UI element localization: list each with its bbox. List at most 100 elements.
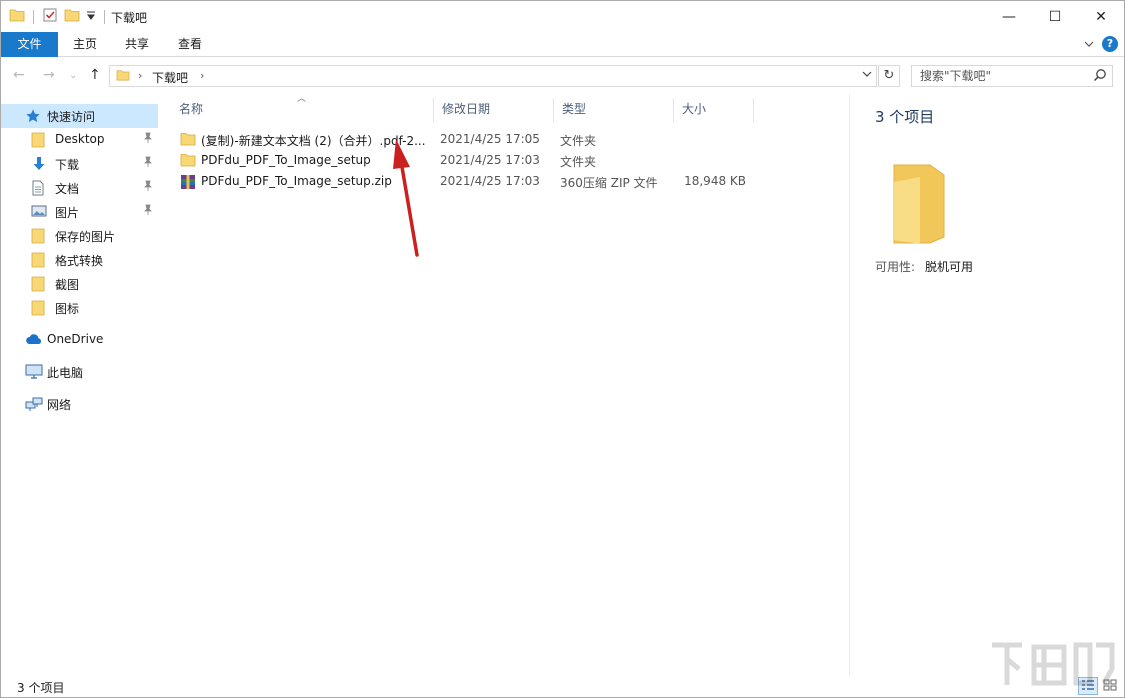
status-bar: 3 个项目	[1, 676, 1124, 697]
explorer-window: 下载吧 — ☐ ✕ 文件 主页 共享 查看 ? ← → ⌄ ↑ › 下载吧 › …	[0, 0, 1125, 698]
star-icon	[25, 108, 41, 124]
title-bar: 下载吧 — ☐ ✕	[1, 1, 1124, 32]
tab-home[interactable]: 主页	[63, 32, 107, 57]
sidebar-item-quick-access[interactable]: 快速访问	[1, 104, 158, 128]
file-type: 文件夹	[560, 155, 597, 169]
computer-icon	[25, 364, 43, 380]
file-type: 360压缩 ZIP 文件	[560, 176, 658, 190]
availability-label: 可用性:	[875, 260, 916, 274]
column-header-type[interactable]: 类型	[554, 98, 674, 122]
folder-icon	[31, 132, 47, 148]
sidebar-item-label: 下载	[55, 158, 80, 172]
sidebar-item-label: 网络	[47, 398, 72, 412]
tab-share[interactable]: 共享	[115, 32, 159, 57]
item-count: 3 个项目	[875, 108, 935, 126]
sidebar-item-label: 图标	[55, 302, 80, 316]
sidebar-item-desktop[interactable]: Desktop	[1, 128, 158, 152]
customize-qat-dropdown-icon[interactable]	[86, 10, 96, 24]
tab-file[interactable]: 文件	[1, 32, 58, 57]
picture-icon	[31, 204, 47, 220]
zip-archive-icon	[180, 174, 196, 193]
search-input[interactable]	[912, 66, 1092, 86]
breadcrumb-current[interactable]: 下载吧	[152, 69, 188, 86]
close-button[interactable]: ✕	[1078, 1, 1124, 32]
toolbar-separator	[104, 9, 105, 24]
sidebar-item-label: 文档	[55, 182, 80, 196]
cloud-icon	[25, 332, 41, 348]
toolbar-separator	[33, 9, 34, 24]
file-row[interactable]: PDFdu_PDF_To_Image_setup.zip 2021/4/25 1…	[171, 171, 841, 192]
file-row[interactable]: PDFdu_PDF_To_Image_setup 2021/4/25 17:03…	[171, 150, 841, 171]
sidebar-item-onedrive[interactable]: OneDrive	[1, 328, 158, 352]
breadcrumb-separator-icon[interactable]: ›	[200, 69, 204, 82]
sidebar-item-downloads[interactable]: 下载	[1, 152, 158, 176]
refresh-button[interactable]: ↻	[878, 65, 900, 87]
address-bar[interactable]: › 下载吧 ›	[109, 65, 877, 87]
annotation-arrow-icon	[393, 139, 419, 257]
address-history-dropdown-icon[interactable]	[862, 68, 872, 81]
large-folder-icon	[888, 162, 950, 249]
window-controls: — ☐ ✕	[986, 1, 1124, 32]
document-icon	[31, 180, 47, 196]
pin-icon[interactable]	[143, 204, 153, 219]
sidebar-item-label: 图片	[55, 206, 80, 220]
column-header-name[interactable]: 名称	[171, 98, 434, 122]
sidebar-item-this-pc[interactable]: 此电脑	[1, 360, 158, 384]
folder-icon	[31, 228, 47, 244]
status-text: 3 个项目	[17, 681, 65, 695]
sidebar-item-label: 截图	[55, 278, 80, 292]
new-folder-icon[interactable]	[64, 8, 80, 25]
pin-icon[interactable]	[143, 156, 153, 171]
column-header-date[interactable]: 修改日期	[434, 98, 554, 122]
breadcrumb-separator-icon[interactable]: ›	[138, 69, 142, 82]
file-row[interactable]: (复制)-新建文本文档 (2)（合并）.pdf-2... 2021/4/25 1…	[171, 129, 841, 150]
minimize-button[interactable]: —	[986, 1, 1032, 32]
refresh-icon: ↻	[883, 68, 895, 83]
sidebar-item-documents[interactable]: 文档	[1, 176, 158, 200]
pin-icon[interactable]	[143, 132, 153, 147]
back-arrow-icon[interactable]: ←	[13, 67, 25, 83]
network-icon	[25, 396, 43, 412]
search-box[interactable]	[911, 65, 1113, 87]
sidebar-item-label: OneDrive	[47, 332, 104, 346]
sidebar-item-format-conversion[interactable]: 格式转换	[1, 248, 158, 272]
file-date: 2021/4/25 17:03	[440, 153, 540, 167]
maximize-button[interactable]: ☐	[1032, 1, 1078, 32]
sidebar-item-label: 保存的图片	[55, 230, 116, 244]
sidebar-item-icons[interactable]: 图标	[1, 296, 158, 320]
sidebar-item-saved-pictures[interactable]: 保存的图片	[1, 224, 158, 248]
sidebar-item-network[interactable]: 网络	[1, 392, 158, 416]
column-header-size[interactable]: 大小	[674, 98, 754, 122]
file-date: 2021/4/25 17:03	[440, 174, 540, 188]
sidebar-item-label: 快速访问	[47, 110, 96, 124]
help-icon[interactable]: ?	[1102, 36, 1118, 52]
search-icon[interactable]	[1093, 68, 1107, 85]
sidebar-item-screenshots[interactable]: 截图	[1, 272, 158, 296]
watermark-logo-icon	[992, 642, 1115, 686]
ribbon-tabs: 文件 主页 共享 查看 ?	[1, 32, 1124, 57]
pin-icon[interactable]	[143, 180, 153, 195]
expand-ribbon-icon[interactable]	[1084, 37, 1094, 51]
sidebar-item-label: 格式转换	[55, 254, 104, 268]
folder-icon	[9, 8, 25, 25]
folder-icon	[180, 153, 196, 170]
sidebar-item-pictures[interactable]: 图片	[1, 200, 158, 224]
up-arrow-icon[interactable]: ↑	[89, 67, 101, 83]
folder-icon	[180, 132, 196, 149]
file-size: 18,948 KB	[684, 174, 746, 188]
availability-value: 脱机可用	[925, 260, 974, 274]
details-pane: 3 个项目 可用性: 脱机可用	[849, 94, 1124, 676]
sidebar-item-label: 此电脑	[47, 366, 84, 380]
recent-locations-dropdown-icon[interactable]: ⌄	[69, 70, 77, 81]
sidebar-item-label: Desktop	[55, 132, 105, 146]
file-date: 2021/4/25 17:05	[440, 132, 540, 146]
properties-icon[interactable]	[42, 7, 58, 26]
forward-arrow-icon[interactable]: →	[43, 67, 55, 83]
quick-access-toolbar	[9, 7, 107, 26]
window-title: 下载吧	[111, 11, 148, 25]
navigation-pane: 快速访问 Desktop 下载 文档 图片 保存的图片 格式转换 截图 图标 O…	[1, 98, 161, 673]
tab-view[interactable]: 查看	[168, 32, 212, 57]
folder-icon	[31, 252, 47, 268]
folder-icon	[31, 276, 47, 292]
download-icon	[31, 156, 47, 172]
